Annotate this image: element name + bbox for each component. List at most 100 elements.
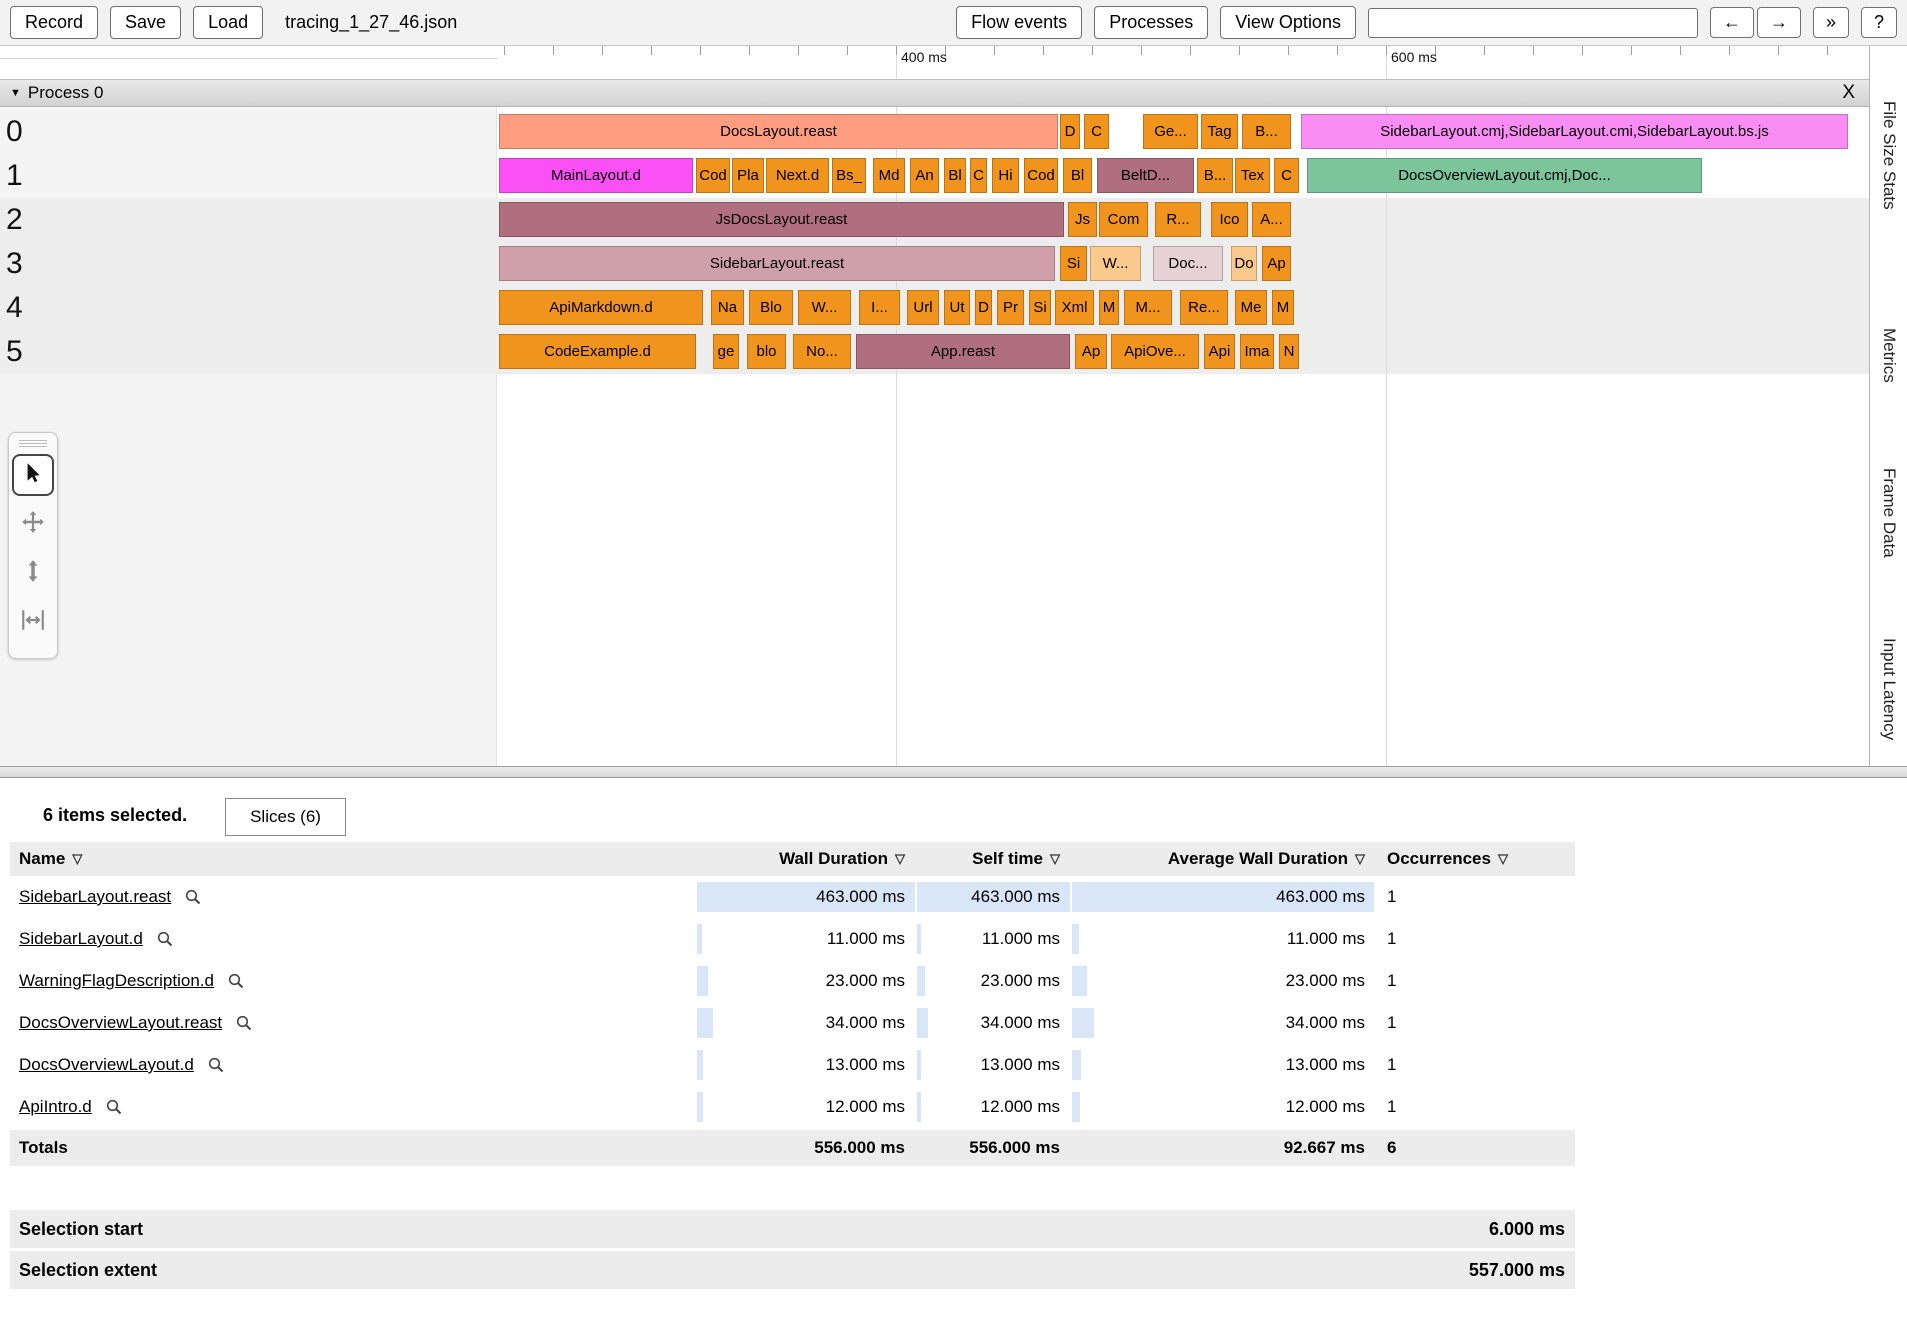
trace-slice[interactable]: SidebarLayout.reast [499, 246, 1055, 281]
slice-name-link[interactable]: SidebarLayout.d [19, 929, 143, 949]
magnifier-icon[interactable] [185, 889, 201, 905]
process-close-button[interactable]: X [1842, 82, 1855, 104]
trace-slice[interactable]: ApiMarkdown.d [499, 290, 703, 325]
help-button[interactable]: ? [1861, 7, 1897, 38]
column-header-wall-duration[interactable]: Wall Duration▽ [695, 842, 915, 876]
flow-events-button[interactable]: Flow events [956, 6, 1082, 39]
trace-slice[interactable]: JsDocsLayout.reast [499, 202, 1064, 237]
magnifier-icon[interactable] [208, 1057, 224, 1073]
magnifier-icon[interactable] [157, 931, 173, 947]
trace-slice[interactable]: Re... [1180, 290, 1228, 325]
trace-slice[interactable]: Na [711, 290, 744, 325]
trace-slice[interactable]: C [1084, 114, 1109, 149]
record-button[interactable]: Record [10, 6, 98, 39]
slice-name-link[interactable]: ApiIntro.d [19, 1097, 92, 1117]
nav-forward-button[interactable]: → [1757, 7, 1801, 38]
trace-slice[interactable]: Ap [1262, 246, 1291, 281]
trace-slice[interactable]: W... [798, 290, 851, 325]
trace-slice[interactable]: M... [1124, 290, 1172, 325]
trace-slice[interactable]: Hi [992, 158, 1019, 193]
trace-slice[interactable]: Js [1068, 202, 1097, 237]
process-header[interactable]: ▼ Process 0 X [0, 79, 1869, 107]
trace-slice[interactable]: Tex [1235, 158, 1270, 193]
trace-slice[interactable]: Bs_ [832, 158, 866, 193]
trace-slice[interactable]: Cod [696, 158, 730, 193]
trace-slice[interactable]: An [910, 158, 939, 193]
trace-slice[interactable]: Blo [749, 290, 793, 325]
more-button[interactable]: » [1813, 7, 1849, 38]
trace-slice[interactable]: ge [713, 334, 739, 369]
trace-slice[interactable]: M [1099, 290, 1119, 325]
side-tab-frame-data[interactable]: Frame Data [1879, 468, 1899, 558]
slice-name-link[interactable]: DocsOverviewLayout.d [19, 1055, 194, 1075]
magnifier-icon[interactable] [228, 973, 244, 989]
magnifier-icon[interactable] [106, 1099, 122, 1115]
processes-button[interactable]: Processes [1094, 6, 1208, 39]
trace-slice[interactable]: I... [859, 290, 900, 325]
trace-slice[interactable]: Ima [1240, 334, 1274, 369]
trace-slice[interactable]: Pr [997, 290, 1024, 325]
trace-slice[interactable]: DocsLayout.reast [499, 114, 1058, 149]
timing-tool-button[interactable] [12, 601, 54, 643]
column-header-occurrences[interactable]: Occurrences▽ [1375, 842, 1575, 876]
trace-slice[interactable]: Md [873, 158, 905, 193]
trace-slice[interactable]: App.reast [856, 334, 1070, 369]
trace-slice[interactable]: CodeExample.d [499, 334, 696, 369]
trace-slice[interactable]: Bl [944, 158, 966, 193]
trace-slice[interactable]: N [1279, 334, 1299, 369]
side-tab-input-latency[interactable]: Input Latency [1879, 638, 1899, 740]
trace-slice[interactable]: Doc... [1153, 246, 1223, 281]
trace-slice[interactable]: Xml [1055, 290, 1094, 325]
trace-slice[interactable]: D [975, 290, 992, 325]
trace-slice[interactable]: ApiOve... [1111, 334, 1199, 369]
panel-splitter[interactable] [0, 766, 1907, 778]
magnifier-icon[interactable] [236, 1015, 252, 1031]
load-button[interactable]: Load [193, 6, 263, 39]
trace-slice[interactable]: W... [1090, 246, 1141, 281]
trace-slice[interactable]: Ap [1075, 334, 1107, 369]
trace-slice[interactable]: Bl [1063, 158, 1092, 193]
trace-slice[interactable]: Ut [944, 290, 970, 325]
trace-slice[interactable]: Ge... [1143, 114, 1198, 149]
trace-slice[interactable]: blo [747, 334, 786, 369]
trace-slice[interactable]: D [1060, 114, 1080, 149]
trace-slice[interactable]: Com [1099, 202, 1148, 237]
nav-back-button[interactable]: ← [1710, 7, 1754, 38]
selection-tool-button[interactable] [12, 454, 54, 496]
palette-grip[interactable] [19, 439, 47, 447]
trace-slice[interactable]: M [1272, 290, 1294, 325]
search-input[interactable] [1368, 8, 1698, 38]
trace-slice[interactable]: A... [1252, 202, 1291, 237]
trace-slice[interactable]: Ico [1211, 202, 1248, 237]
trace-slice[interactable]: BeltD... [1097, 158, 1194, 193]
trace-slice[interactable]: R... [1155, 202, 1201, 237]
slice-name-link[interactable]: DocsOverviewLayout.reast [19, 1013, 222, 1033]
save-button[interactable]: Save [110, 6, 181, 39]
timeline-view[interactable]: 400 ms600 ms ▼ Process 0 X 012345 DocsLa… [0, 46, 1907, 766]
slice-name-link[interactable]: SidebarLayout.reast [19, 887, 171, 907]
trace-slice[interactable]: Tag [1201, 114, 1238, 149]
trace-slice[interactable]: Si [1060, 246, 1087, 281]
trace-slice[interactable]: Pla [732, 158, 764, 193]
trace-slice[interactable]: B... [1242, 114, 1291, 149]
trace-slice[interactable]: No... [793, 334, 851, 369]
collapse-triangle-icon[interactable]: ▼ [10, 87, 21, 99]
trace-slice[interactable]: Me [1235, 290, 1267, 325]
trace-slice[interactable]: C [970, 158, 987, 193]
tab-slices[interactable]: Slices (6) [225, 798, 346, 836]
slice-name-link[interactable]: WarningFlagDescription.d [19, 971, 214, 991]
trace-slice[interactable]: B... [1197, 158, 1233, 193]
pan-tool-button[interactable] [12, 503, 54, 545]
trace-slice[interactable]: MainLayout.d [499, 158, 693, 193]
view-options-button[interactable]: View Options [1220, 6, 1356, 39]
trace-slice[interactable]: Next.d [766, 158, 829, 193]
trace-slice[interactable]: C [1274, 158, 1299, 193]
trace-slice[interactable]: Api [1204, 334, 1235, 369]
trace-slice[interactable]: Si [1029, 290, 1051, 325]
column-header-average-wall-duration[interactable]: Average Wall Duration▽ [1070, 842, 1375, 876]
column-header-name[interactable]: Name▽ [10, 842, 695, 876]
side-tab-metrics[interactable]: Metrics [1879, 328, 1899, 383]
trace-slice[interactable]: Cod [1024, 158, 1058, 193]
trace-slice[interactable]: DocsOverviewLayout.cmj,Doc... [1307, 158, 1702, 193]
side-tab-file-size-stats[interactable]: File Size Stats [1879, 101, 1899, 210]
